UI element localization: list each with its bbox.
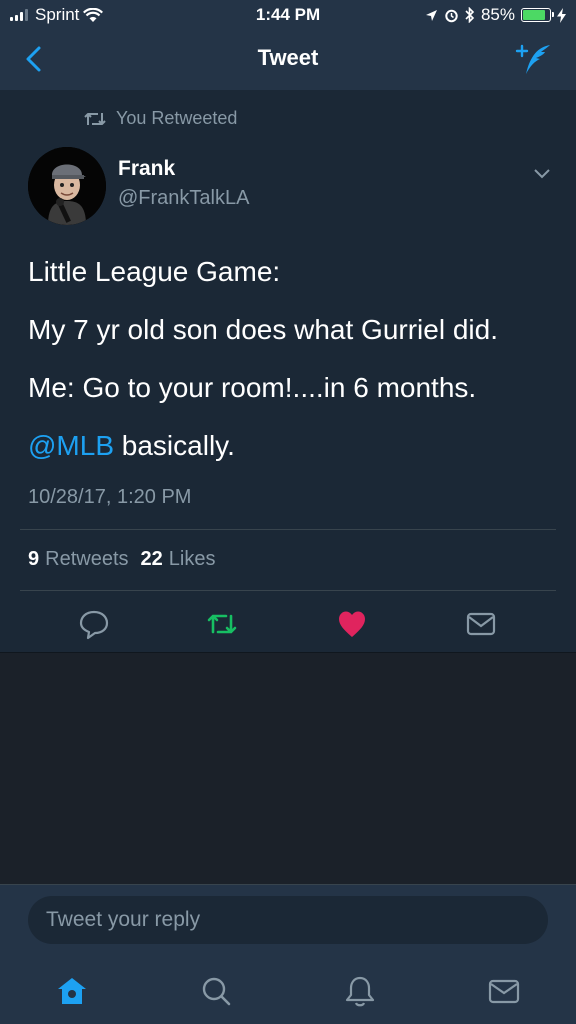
author-name[interactable]: Frank bbox=[118, 157, 175, 181]
battery-percent: 85% bbox=[480, 5, 515, 24]
tweet-text-line: My 7 yr old son does what Gurriel did. bbox=[28, 314, 498, 345]
author-handle[interactable]: @FrankTalkLA bbox=[118, 187, 249, 210]
tweet-text-rest: basically. bbox=[114, 430, 235, 461]
home-icon[interactable] bbox=[54, 973, 90, 1009]
tweet-detail: You Retweeted Frank @FrankTalkLA Little … bbox=[0, 90, 576, 653]
search-icon[interactable] bbox=[198, 973, 234, 1009]
bluetooth-icon bbox=[465, 7, 475, 23]
retweet-indicator: You Retweeted bbox=[84, 108, 237, 129]
status-bar: Sprint 1:44 PM 85% bbox=[0, 0, 576, 32]
location-arrow-icon bbox=[425, 9, 437, 21]
likes-count: 22 bbox=[140, 548, 163, 570]
retweet-label: You Retweeted bbox=[116, 108, 238, 128]
avatar[interactable] bbox=[28, 147, 106, 225]
retweets-stat[interactable]: 9 Retweets bbox=[28, 548, 129, 571]
likes-label: Likes bbox=[168, 548, 216, 570]
retweets-label: Retweets bbox=[45, 548, 129, 570]
retweet-icon[interactable] bbox=[206, 608, 238, 640]
tweet-text-line: Little League Game: bbox=[28, 256, 281, 287]
like-heart-icon[interactable] bbox=[336, 608, 368, 640]
tweet-stats: 9 Retweets 22 Likes bbox=[28, 548, 215, 571]
tweet-text-line: Me: Go to your room!....in 6 months. bbox=[28, 372, 477, 403]
mention-link[interactable]: @MLB bbox=[28, 430, 114, 461]
direct-message-icon[interactable] bbox=[465, 608, 497, 640]
reply-icon[interactable] bbox=[78, 608, 110, 640]
empty-area bbox=[0, 653, 576, 884]
alarm-icon bbox=[445, 9, 458, 22]
reply-and-tab-bar bbox=[0, 884, 576, 1024]
status-right: 85% bbox=[425, 5, 566, 25]
reply-input[interactable] bbox=[28, 896, 548, 944]
divider bbox=[20, 529, 556, 530]
chevron-down-icon[interactable] bbox=[532, 166, 552, 180]
retweets-count: 9 bbox=[28, 548, 40, 570]
avatar-image bbox=[28, 147, 106, 225]
tweet-timestamp: 10/28/17, 1:20 PM bbox=[28, 486, 192, 508]
likes-stat[interactable]: 22 Likes bbox=[141, 548, 216, 571]
header: Sprint 1:44 PM 85% Tweet bbox=[0, 0, 576, 90]
notifications-icon[interactable] bbox=[342, 973, 378, 1009]
compose-tweet-icon[interactable] bbox=[514, 42, 554, 78]
divider bbox=[20, 590, 556, 591]
page-title: Tweet bbox=[257, 45, 319, 70]
retweet-small-icon bbox=[84, 112, 106, 125]
tweet-text-last-line: @MLB basically. bbox=[28, 430, 235, 462]
battery-icon bbox=[521, 8, 554, 22]
messages-icon[interactable] bbox=[486, 973, 522, 1009]
charging-bolt-icon bbox=[557, 7, 566, 23]
